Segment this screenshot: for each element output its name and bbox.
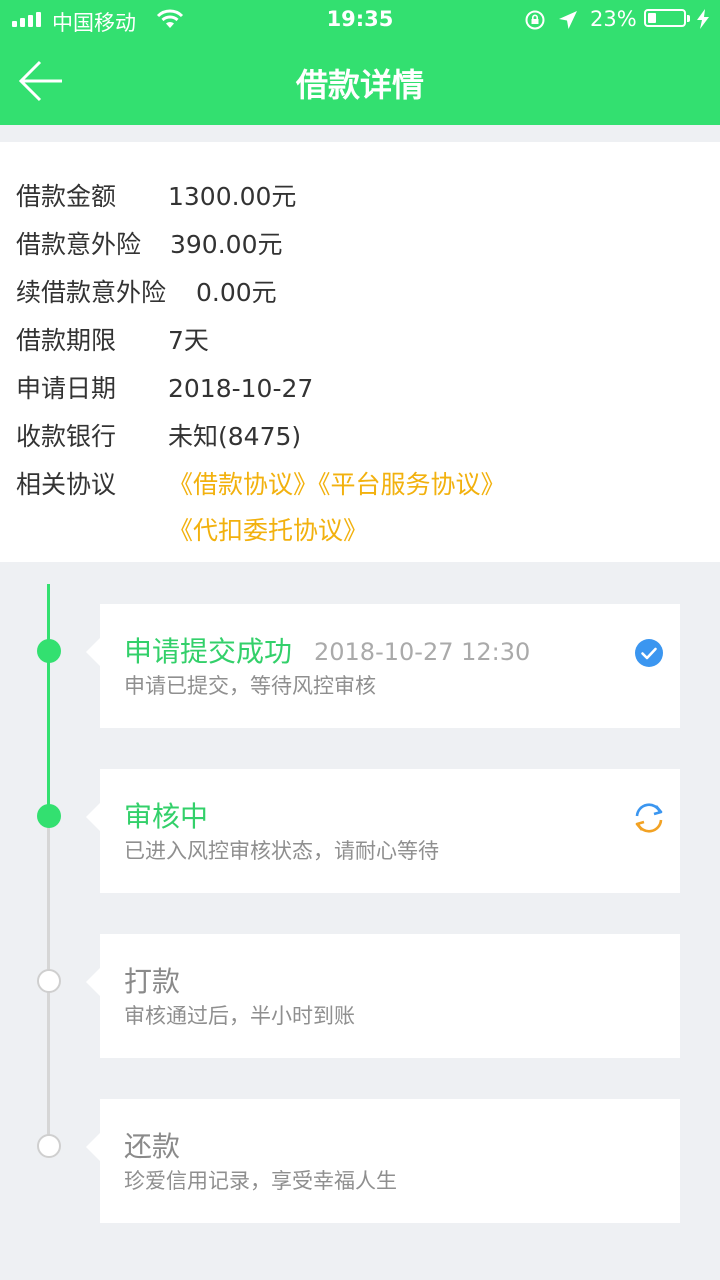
location-icon xyxy=(559,11,577,29)
loan-term-value: 7天 xyxy=(168,326,209,355)
header-bar: 中国移动 19:35 23% 借款详情 xyxy=(0,0,720,125)
loan-insurance-row: 借款意外险 390.00元 xyxy=(16,227,282,263)
timeline-step-submitted: 申请提交成功 2018-10-27 12:30 申请已提交，等待风控审核 xyxy=(86,604,680,728)
timeline-dot-pending xyxy=(37,969,61,993)
rotation-lock-icon xyxy=(525,10,545,30)
loan-amount-value: 1300.00元 xyxy=(168,182,297,211)
loan-info-card: 借款金额 1300.00元 借款意外险 390.00元 续借款意外险 0.00元… xyxy=(0,142,720,562)
step-desc: 申请已提交，等待风控审核 xyxy=(124,674,376,698)
step-desc: 珍爱信用记录，享受幸福人生 xyxy=(124,1169,397,1193)
agreements-row: 相关协议 《借款协议》《平台服务协议》 xyxy=(16,467,506,503)
bank-value: 未知(8475) xyxy=(168,422,302,451)
loan-term-row: 借款期限 7天 xyxy=(16,323,209,359)
renewal-insurance-row: 续借款意外险 0.00元 xyxy=(16,275,277,311)
timeline-dot-pending xyxy=(37,1134,61,1158)
apply-date-value: 2018-10-27 xyxy=(168,374,314,403)
timeline-dot-done xyxy=(37,639,61,663)
platform-service-agreement-link[interactable]: 《平台服务协议》 xyxy=(318,470,506,499)
loan-insurance-label: 借款意外险 xyxy=(16,230,142,259)
loan-agreement-link[interactable]: 《借款协议》 xyxy=(168,470,318,499)
charging-icon xyxy=(697,9,709,29)
check-circle-icon xyxy=(635,639,663,667)
step-title: 还款 xyxy=(124,1130,181,1163)
status-bar: 中国移动 19:35 23% xyxy=(0,0,720,40)
timeline-dot-active xyxy=(37,804,61,828)
loan-amount-row: 借款金额 1300.00元 xyxy=(16,179,296,215)
step-title: 申请提交成功 xyxy=(124,635,293,668)
battery-percent: 23% xyxy=(590,7,637,31)
page-title: 借款详情 xyxy=(295,66,424,104)
bank-label: 收款银行 xyxy=(16,422,117,451)
step-time: 2018-10-27 12:30 xyxy=(314,638,531,666)
loan-amount-label: 借款金额 xyxy=(16,182,117,211)
timeline-line-done xyxy=(47,584,50,816)
withholding-agreement-link[interactable]: 《代扣委托协议》 xyxy=(168,513,368,549)
apply-date-label: 申请日期 xyxy=(16,374,117,403)
loan-term-label: 借款期限 xyxy=(16,326,117,355)
bank-row: 收款银行 未知(8475) xyxy=(16,419,301,455)
refresh-icon xyxy=(635,803,663,833)
renewal-insurance-label: 续借款意外险 xyxy=(16,278,167,307)
step-desc: 审核通过后，半小时到账 xyxy=(124,1004,355,1028)
loan-insurance-value: 390.00元 xyxy=(170,230,283,259)
timeline-step-repayment: 还款 珍爱信用记录，享受幸福人生 xyxy=(86,1099,680,1223)
step-title: 打款 xyxy=(124,965,181,998)
renewal-insurance-value: 0.00元 xyxy=(196,278,277,307)
apply-date-row: 申请日期 2018-10-27 xyxy=(16,371,313,407)
timeline-step-payout: 打款 审核通过后，半小时到账 xyxy=(86,934,680,1058)
agreements-label: 相关协议 xyxy=(16,470,117,499)
timeline-step-reviewing: 审核中 已进入风控审核状态，请耐心等待 xyxy=(86,769,680,893)
step-desc: 已进入风控审核状态，请耐心等待 xyxy=(124,839,439,863)
step-title: 审核中 xyxy=(124,800,209,833)
battery-icon xyxy=(644,9,690,27)
